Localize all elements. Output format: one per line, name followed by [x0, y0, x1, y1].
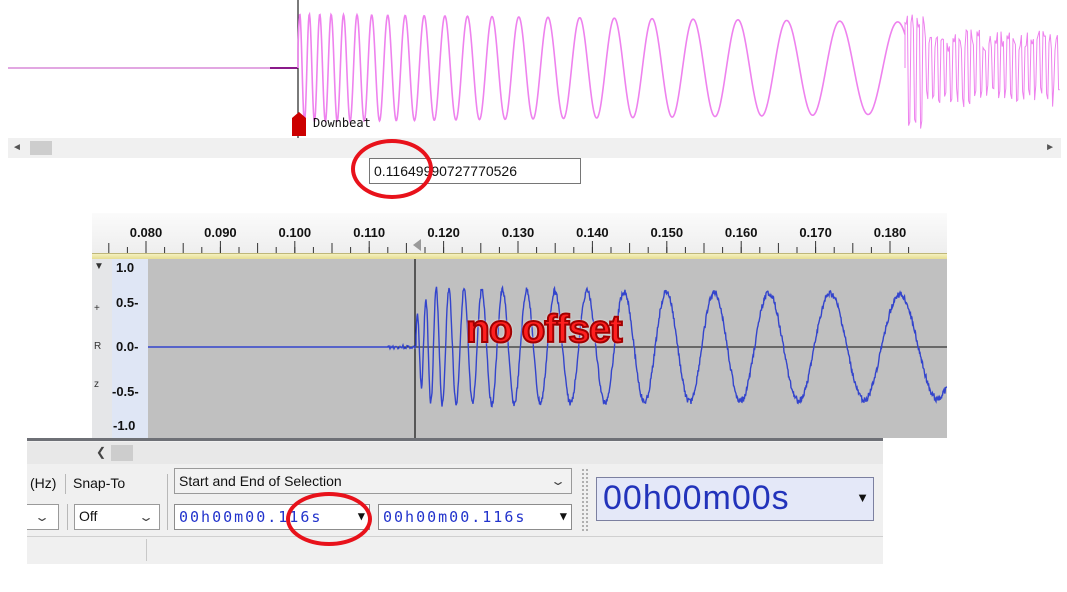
ruler-tick-label: 0.110: [353, 225, 385, 240]
amp-label: 0.5-: [116, 295, 139, 310]
audio-position-text: 00h00m00s: [603, 479, 790, 517]
ruler-ticks: 0.080 0.090 0.100 0.110 0.120 0.130 0.140 0.150…: [108, 225, 910, 253]
amp-label: 1.0: [116, 260, 135, 275]
pan-label: R: [94, 341, 102, 352]
ruler-tick-label: 0.160: [725, 225, 758, 240]
timeline-ruler[interactable]: 0.080 0.090 0.100 0.110 0.120 0.130 0.140 0.150…: [92, 213, 947, 253]
ruler-tick-label: 0.100: [279, 225, 312, 240]
ruler-tick-label: 0.080: [130, 225, 163, 240]
scroll-left-icon[interactable]: ❮: [96, 445, 106, 459]
ruler-tick-label: 0.120: [427, 225, 460, 240]
annotation-circle: [286, 492, 372, 546]
selection-mode-dropdown[interactable]: Start and End of Selection ⌄: [174, 468, 572, 494]
top-horizontal-scrollbar[interactable]: ◄ ►: [8, 138, 1061, 158]
ruler-tick-label: 0.140: [576, 225, 609, 240]
selection-toolbar: ❮ (Hz) Snap-To ⌄ Off ⌄ Start and End of …: [27, 438, 883, 564]
downbeat-label: Downbeat: [313, 116, 371, 130]
amp-label: -1.0: [113, 418, 136, 433]
ruler-tick-label: 0.130: [502, 225, 535, 240]
track-control-panel[interactable]: ▼ + R z: [92, 259, 113, 438]
toolbar-scrollbar[interactable]: ❮: [27, 442, 883, 464]
annotation-caption: no offset: [465, 307, 624, 352]
chevron-down-icon: ⌄: [137, 510, 155, 524]
ruler-tick-label: 0.150: [651, 225, 684, 240]
audio-position-display[interactable]: 00h00m00s ▼: [596, 477, 874, 521]
scroll-left-icon[interactable]: ◄: [12, 142, 22, 153]
toolbar-grip[interactable]: [581, 468, 589, 532]
scroll-right-icon[interactable]: ►: [1045, 142, 1055, 153]
snap-to-value: Off: [79, 508, 98, 524]
snap-to-label: Snap-To: [73, 475, 126, 491]
chevron-down-icon: ⌄: [33, 510, 51, 524]
playhead-icon[interactable]: [413, 239, 421, 251]
ruler-tick-label: 0.170: [799, 225, 832, 240]
amp-label: -0.5-: [112, 384, 139, 399]
time-format-menu-icon[interactable]: ▼: [560, 509, 569, 523]
selection-end-time[interactable]: 00h00m00.116s ▼: [378, 504, 572, 530]
selection-mode-value: Start and End of Selection: [179, 473, 342, 489]
downbeat-marker-icon[interactable]: [292, 112, 306, 136]
annotation-circle: [351, 139, 433, 199]
rate-label: (Hz): [30, 475, 57, 491]
end-time-text: 00h00m00.116s: [383, 508, 527, 526]
rate-label: z: [94, 379, 99, 390]
track-menu-icon[interactable]: ▼: [94, 261, 104, 272]
top-waveform: [8, 0, 1060, 138]
ruler-tick-label: 0.180: [874, 225, 907, 240]
scrollbar-thumb[interactable]: [30, 141, 52, 155]
time-format-menu-icon[interactable]: ▼: [856, 490, 870, 505]
amp-label: 0.0-: [116, 339, 139, 354]
rate-dropdown[interactable]: ⌄: [27, 504, 59, 530]
status-bar: [27, 536, 883, 564]
ruler-tick-label: 0.090: [204, 225, 237, 240]
chevron-down-icon: ⌄: [549, 474, 567, 488]
gain-slider-icon[interactable]: +: [94, 303, 100, 314]
snap-to-dropdown[interactable]: Off ⌄: [74, 504, 160, 530]
amplitude-ruler: 1.0 0.5- 0.0- -0.5- -1.0: [112, 259, 149, 438]
scrollbar-thumb[interactable]: [111, 445, 133, 461]
